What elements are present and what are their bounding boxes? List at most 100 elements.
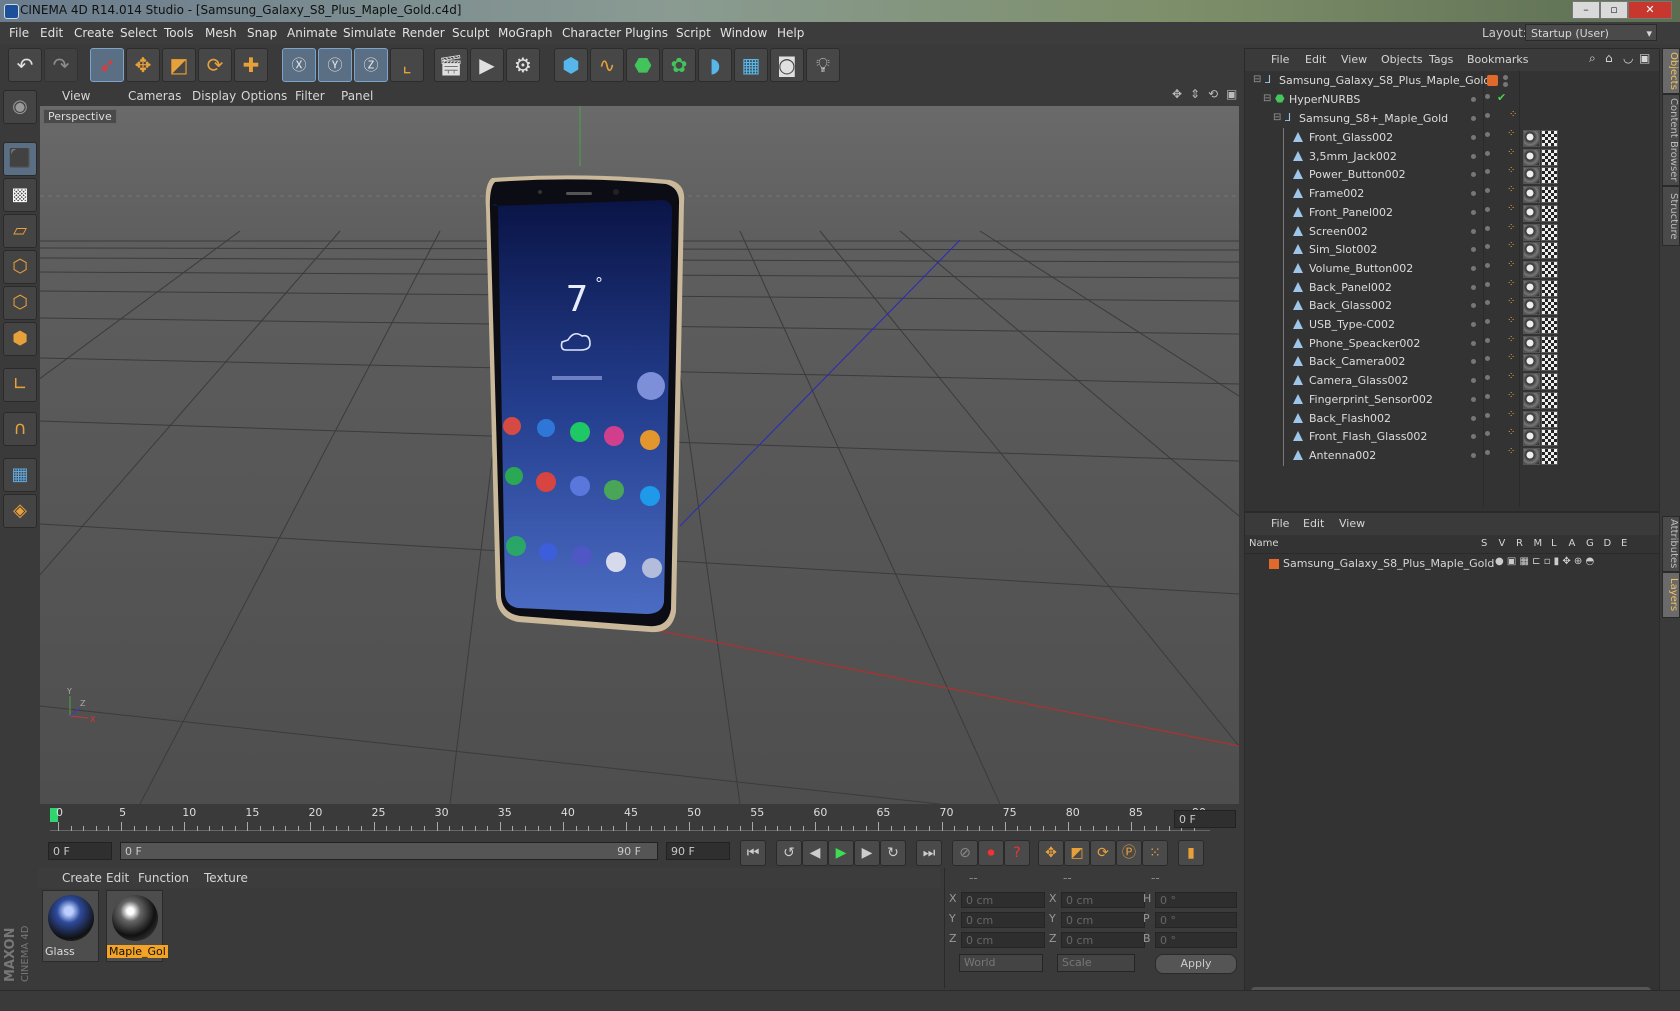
array-button[interactable]: ✿ bbox=[662, 48, 696, 82]
menu-plugins[interactable]: Plugins bbox=[625, 26, 668, 40]
tab-structure[interactable]: Structure bbox=[1662, 186, 1680, 246]
phong-tag-icon[interactable]: ⁘ bbox=[1507, 278, 1515, 289]
object-row-group[interactable]: ⊟ ⅃ Samsung_S8+_Maple_Gold ⁘ bbox=[1245, 109, 1659, 129]
spline-pen-button[interactable]: ∿ bbox=[590, 48, 624, 82]
perspective-viewport[interactable]: 7 ° Y Z X Perspective bbox=[40, 106, 1239, 804]
editor-visibility-dot[interactable] bbox=[1471, 116, 1476, 121]
rotation-h-field[interactable]: 0 ° bbox=[1155, 892, 1237, 908]
editor-visibility-dot[interactable] bbox=[1471, 191, 1476, 197]
editor-visibility-dot[interactable] bbox=[1471, 359, 1476, 365]
editor-visibility-dot[interactable] bbox=[1471, 247, 1476, 253]
material-tag-icon[interactable] bbox=[1523, 223, 1540, 241]
redo-button[interactable]: ↷ bbox=[44, 48, 78, 82]
phong-tag-icon[interactable]: ⁘ bbox=[1507, 427, 1515, 438]
timeline-window-button[interactable]: ▮ bbox=[1178, 840, 1204, 866]
material-tag-icon[interactable] bbox=[1523, 391, 1540, 409]
model-mode-button[interactable]: ⬛ bbox=[3, 142, 37, 176]
editor-visibility-dot[interactable] bbox=[1471, 265, 1476, 271]
menu-sculpt[interactable]: Sculpt bbox=[452, 26, 489, 40]
render-visibility-dot[interactable] bbox=[1485, 244, 1490, 250]
texture-tag-icon[interactable] bbox=[1541, 354, 1558, 372]
size-z-field[interactable]: 0 cm bbox=[1061, 932, 1145, 948]
render-visibility-dot[interactable] bbox=[1485, 281, 1490, 287]
obj-menu-bookmarks[interactable]: Bookmarks bbox=[1467, 53, 1528, 66]
phong-tag-icon[interactable]: ⁘ bbox=[1507, 390, 1515, 401]
menu-render[interactable]: Render bbox=[402, 26, 445, 40]
material-tag-icon[interactable] bbox=[1523, 429, 1540, 447]
current-frame-field[interactable]: 0 F bbox=[1174, 810, 1236, 828]
object-row[interactable]: Camera_Glass002 ⁘ bbox=[1245, 371, 1659, 392]
texture-tag-icon[interactable] bbox=[1541, 447, 1558, 465]
object-row-hypernurbs[interactable]: ⊟ ⬣ HyperNURBS ✔ bbox=[1245, 90, 1659, 110]
workplane-lock-button[interactable]: ▦ bbox=[3, 458, 37, 492]
object-row[interactable]: Front_Panel002 ⁘ bbox=[1245, 202, 1659, 223]
key-pla-button[interactable]: ⁙ bbox=[1142, 840, 1168, 866]
tab-layers[interactable]: Layers bbox=[1662, 572, 1680, 618]
go-to-start-button[interactable]: ⏮ bbox=[740, 840, 766, 866]
material-glass[interactable]: Glass bbox=[42, 890, 99, 962]
material-tag-icon[interactable] bbox=[1523, 186, 1540, 204]
position-z-field[interactable]: 0 cm bbox=[961, 932, 1045, 948]
render-visibility-dot[interactable] bbox=[1485, 449, 1490, 455]
polygons-mode-button[interactable]: ⬢ bbox=[3, 322, 37, 356]
rotation-b-field[interactable]: 0 ° bbox=[1155, 932, 1237, 948]
last-tool-button[interactable]: ✚ bbox=[234, 48, 268, 82]
render-view-button[interactable]: 🎬︎ bbox=[434, 48, 468, 82]
floor-button[interactable]: ▦ bbox=[734, 48, 768, 82]
material-tag-icon[interactable] bbox=[1523, 204, 1540, 222]
render-visibility-dot[interactable] bbox=[1485, 206, 1490, 212]
menu-edit[interactable]: Edit bbox=[40, 26, 63, 40]
snap-button[interactable]: ∩ bbox=[3, 412, 37, 446]
material-tag-icon[interactable] bbox=[1523, 279, 1540, 297]
coord-mode-dropdown[interactable]: Scale bbox=[1057, 954, 1135, 972]
tab-content-browser[interactable]: Content Browser bbox=[1662, 94, 1680, 186]
light-button[interactable]: 💡︎ bbox=[806, 48, 840, 82]
editor-visibility-dot[interactable] bbox=[1503, 75, 1508, 80]
layer-color-swatch[interactable] bbox=[1269, 559, 1279, 569]
render-visibility-dot[interactable] bbox=[1485, 188, 1490, 194]
render-visibility-dot[interactable] bbox=[1485, 356, 1490, 362]
autokey-button[interactable]: ⏺ bbox=[978, 840, 1004, 866]
phong-tag-icon[interactable]: ⁘ bbox=[1507, 240, 1515, 251]
phong-tag-icon[interactable]: ⁘ bbox=[1507, 147, 1515, 158]
object-row[interactable]: Phone_Speacker002 ⁘ bbox=[1245, 333, 1659, 354]
cube-primitive-button[interactable]: ⬢ bbox=[554, 48, 588, 82]
obj-menu-objects[interactable]: Objects bbox=[1381, 53, 1423, 66]
edges-mode-button[interactable]: ⬡ bbox=[3, 286, 37, 320]
editor-visibility-dot[interactable] bbox=[1471, 153, 1476, 159]
menu-help[interactable]: Help bbox=[777, 26, 804, 40]
obj-menu-file[interactable]: File bbox=[1271, 53, 1289, 66]
prev-frame-button[interactable]: ◀ bbox=[802, 840, 828, 866]
layer-color-swatch[interactable] bbox=[1487, 75, 1498, 86]
phong-tag-icon[interactable]: ⁘ bbox=[1507, 259, 1515, 270]
prev-key-button[interactable]: ↺ bbox=[776, 840, 802, 866]
coord-space-dropdown[interactable]: World bbox=[959, 954, 1043, 972]
material-tag-icon[interactable] bbox=[1523, 354, 1540, 372]
object-row[interactable]: Back_Camera002 ⁘ bbox=[1245, 352, 1659, 373]
render-visibility-dot[interactable] bbox=[1485, 393, 1490, 399]
obj-menu-tags[interactable]: Tags bbox=[1429, 53, 1453, 66]
phong-tag-icon[interactable]: ⁘ bbox=[1507, 222, 1515, 233]
timeline-ruler[interactable]: 051015202530354045505560657075808590 0 F bbox=[38, 804, 1240, 834]
material-tag-icon[interactable] bbox=[1523, 130, 1540, 147]
editor-visibility-dot[interactable] bbox=[1471, 303, 1476, 309]
home-icon[interactable]: ⌂ bbox=[1605, 51, 1613, 65]
menu-mograph[interactable]: MoGraph bbox=[498, 26, 553, 40]
texture-tag-icon[interactable] bbox=[1541, 391, 1558, 409]
render-settings-button[interactable]: ⚙ bbox=[506, 48, 540, 82]
viewport-menu-options[interactable]: Options bbox=[241, 89, 287, 103]
points-mode-button[interactable]: ⬡ bbox=[3, 250, 37, 284]
texture-tag-icon[interactable] bbox=[1541, 373, 1558, 391]
layer-switch-icons[interactable]: ● ▣ ▦ ⊏ ▫ ▮ ✥ ⊕ ◓ bbox=[1495, 556, 1594, 567]
viewport-zoom-icon[interactable]: ⇕ bbox=[1190, 87, 1200, 101]
min-frame-field[interactable]: 0 F bbox=[48, 842, 112, 860]
make-editable-button[interactable]: ◉ bbox=[3, 90, 37, 124]
locked-workplane-button[interactable]: ◈ bbox=[3, 494, 37, 528]
object-row[interactable]: USB_Type-C002 ⁘ bbox=[1245, 315, 1659, 335]
render-visibility-dot[interactable] bbox=[1485, 375, 1490, 381]
render-visibility-dot[interactable] bbox=[1485, 94, 1490, 99]
menu-snap[interactable]: Snap bbox=[247, 26, 277, 40]
menu-file[interactable]: File bbox=[9, 26, 29, 40]
render-visibility-dot[interactable] bbox=[1485, 169, 1490, 175]
viewport-menu-filter[interactable]: Filter bbox=[295, 89, 325, 103]
